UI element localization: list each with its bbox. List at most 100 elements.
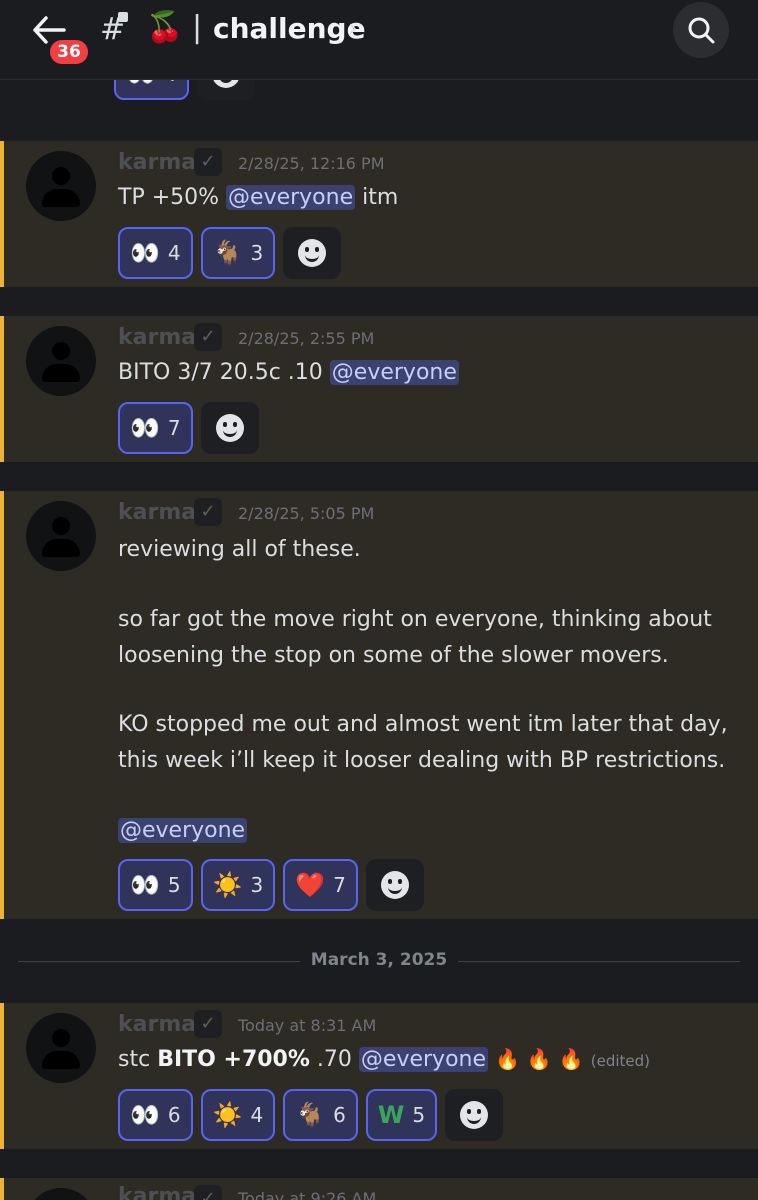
reaction-goat[interactable]: 🐐 3	[200, 227, 276, 279]
message-content: TP +50% @everyone itm	[118, 185, 398, 210]
message[interactable]: karma ✓ 2/28/25, 5:05 PM reviewing all o…	[0, 491, 758, 919]
message[interactable]: karma ✓ 2/28/25, 12:16 PM TP +50% @every…	[0, 141, 758, 287]
reaction-sun[interactable]: ☀️ 3	[200, 859, 276, 911]
add-reaction-button[interactable]	[283, 227, 342, 279]
mention-everyone[interactable]: @everyone	[226, 185, 356, 210]
avatar[interactable]	[26, 1013, 96, 1083]
reaction-heart[interactable]: ❤️ 7	[283, 859, 358, 911]
message-timestamp: 2/28/25, 5:05 PM	[238, 504, 375, 523]
search-icon	[688, 17, 715, 44]
reaction-count: 5	[412, 1103, 426, 1127]
author-name[interactable]: karma	[118, 1184, 196, 1200]
message-timestamp: 2/28/25, 12:16 PM	[238, 154, 385, 173]
message-text: TP +50%	[118, 185, 220, 210]
message-text: .70	[316, 1047, 352, 1072]
message[interactable]: karma ✓ 2/28/25, 2:55 PM BITO 3/7 20.5c …	[0, 316, 758, 462]
smiley-icon	[380, 871, 409, 899]
message-bold-text: BITO +700%	[157, 1047, 310, 1072]
lock-icon	[118, 12, 128, 22]
verified-check-icon: ✓	[194, 323, 222, 351]
reaction-count: 4	[167, 241, 181, 265]
reaction-eyes[interactable]: 👀 6	[118, 1089, 193, 1141]
reaction-count: 4	[250, 1103, 264, 1127]
sun-icon: ☀️	[212, 1101, 243, 1129]
unread-badge: 36	[48, 38, 90, 66]
author-name[interactable]: karma	[118, 1012, 196, 1037]
verified-check-icon: ✓	[194, 498, 222, 526]
eyes-icon: 👀	[130, 414, 160, 442]
reaction-goat[interactable]: 🐐 6	[283, 1089, 358, 1141]
reaction-bar: 👀 4 🐐 3	[118, 227, 342, 279]
sun-icon: ☀️	[212, 871, 243, 899]
goat-icon: 🐐	[295, 1101, 326, 1129]
smiley-icon	[215, 414, 244, 442]
eyes-icon: 👀	[130, 239, 160, 267]
chevron-right-icon[interactable]: ›	[348, 14, 358, 42]
message-text: BITO 3/7 20.5c .10	[118, 360, 323, 385]
reaction-bar: 👀 6 ☀️ 4 🐐 6 W 5	[118, 1089, 504, 1141]
message-line: KO stopped me out and almost went itm la…	[118, 712, 728, 737]
avatar[interactable]	[26, 501, 96, 571]
reaction-count: 7	[167, 416, 181, 440]
avatar[interactable]	[26, 151, 96, 221]
fire-icon: 🔥	[526, 1047, 552, 1071]
date-divider-label: March 3, 2025	[300, 950, 458, 970]
reaction-eyes[interactable]: 👀 4	[118, 227, 193, 279]
message-line: so far got the move right on everyone, t…	[118, 607, 712, 632]
message-content: @everyone	[118, 818, 248, 843]
add-reaction-button[interactable]	[200, 402, 259, 454]
message-timestamp: 2/28/25, 2:55 PM	[238, 329, 375, 348]
channel-emoji: 🍒	[146, 10, 184, 45]
goat-icon: 🐐	[212, 239, 243, 267]
reaction-count: 3	[250, 241, 264, 265]
message[interactable]: karma ✓ Today at 8:31 AM stc BITO +700% …	[0, 1003, 758, 1149]
avatar[interactable]	[26, 326, 96, 396]
reaction-count: 6	[333, 1103, 346, 1127]
edited-label: (edited)	[590, 1052, 650, 1070]
search-button[interactable]	[673, 2, 729, 58]
verified-check-icon: ✓	[194, 1185, 222, 1200]
add-reaction-button[interactable]	[445, 1089, 504, 1141]
channel-name[interactable]: challenge	[213, 12, 366, 45]
eyes-icon: 👀	[130, 1101, 160, 1129]
reaction-eyes[interactable]: 👀 7	[118, 402, 193, 454]
w-letter-icon: W	[377, 1101, 405, 1129]
reaction-bar: 👀 7	[118, 402, 259, 454]
smiley-icon	[298, 239, 327, 267]
message-content: BITO 3/7 20.5c .10 @everyone	[118, 360, 459, 385]
message-timestamp: Today at 9:26 AM	[238, 1189, 377, 1200]
mention-everyone[interactable]: @everyone	[329, 360, 459, 385]
message-timestamp: Today at 8:31 AM	[238, 1016, 377, 1035]
channel-separator: |	[192, 10, 203, 45]
mention-everyone[interactable]: @everyone	[358, 1047, 489, 1072]
message-text: itm	[362, 185, 399, 210]
message-line: this week i’ll keep it looser dealing wi…	[118, 748, 726, 773]
fire-icon: 🔥	[558, 1047, 584, 1071]
reaction-w[interactable]: W 5	[365, 1089, 438, 1141]
channel-header: 36 # 🍒 | challenge ›	[0, 0, 758, 80]
reaction-count: 6	[167, 1103, 181, 1127]
reaction-bar: 👀 5 ☀️ 3 ❤️ 7	[118, 859, 424, 911]
reaction-count: 7	[333, 873, 346, 897]
reaction-sun[interactable]: ☀️ 4	[200, 1089, 276, 1141]
mention-everyone[interactable]: @everyone	[118, 818, 248, 843]
message-line: reviewing all of these.	[118, 537, 361, 562]
reaction-eyes[interactable]: 👀 5	[118, 859, 193, 911]
reaction-count: 5	[167, 873, 181, 897]
author-name[interactable]: karma	[118, 150, 196, 175]
verified-check-icon: ✓	[194, 1010, 222, 1038]
add-reaction-button[interactable]	[365, 859, 424, 911]
message-content: stc BITO +700% .70 @everyone 🔥 🔥 🔥 (edit…	[118, 1047, 650, 1072]
author-name[interactable]: karma	[118, 325, 196, 350]
fire-icon: 🔥	[495, 1047, 520, 1071]
reaction-count: 3	[250, 873, 264, 897]
eyes-icon: 👀	[130, 871, 160, 899]
avatar[interactable]	[26, 1188, 96, 1200]
author-name[interactable]: karma	[118, 500, 196, 525]
message-text: stc	[118, 1047, 151, 1072]
verified-check-icon: ✓	[194, 148, 222, 176]
smiley-icon	[460, 1101, 489, 1129]
message-line: loosening the stop on some of the slower…	[118, 643, 669, 668]
message[interactable]: karma ✓ Today at 9:26 AM	[0, 1178, 758, 1200]
heart-icon: ❤️	[295, 871, 326, 899]
